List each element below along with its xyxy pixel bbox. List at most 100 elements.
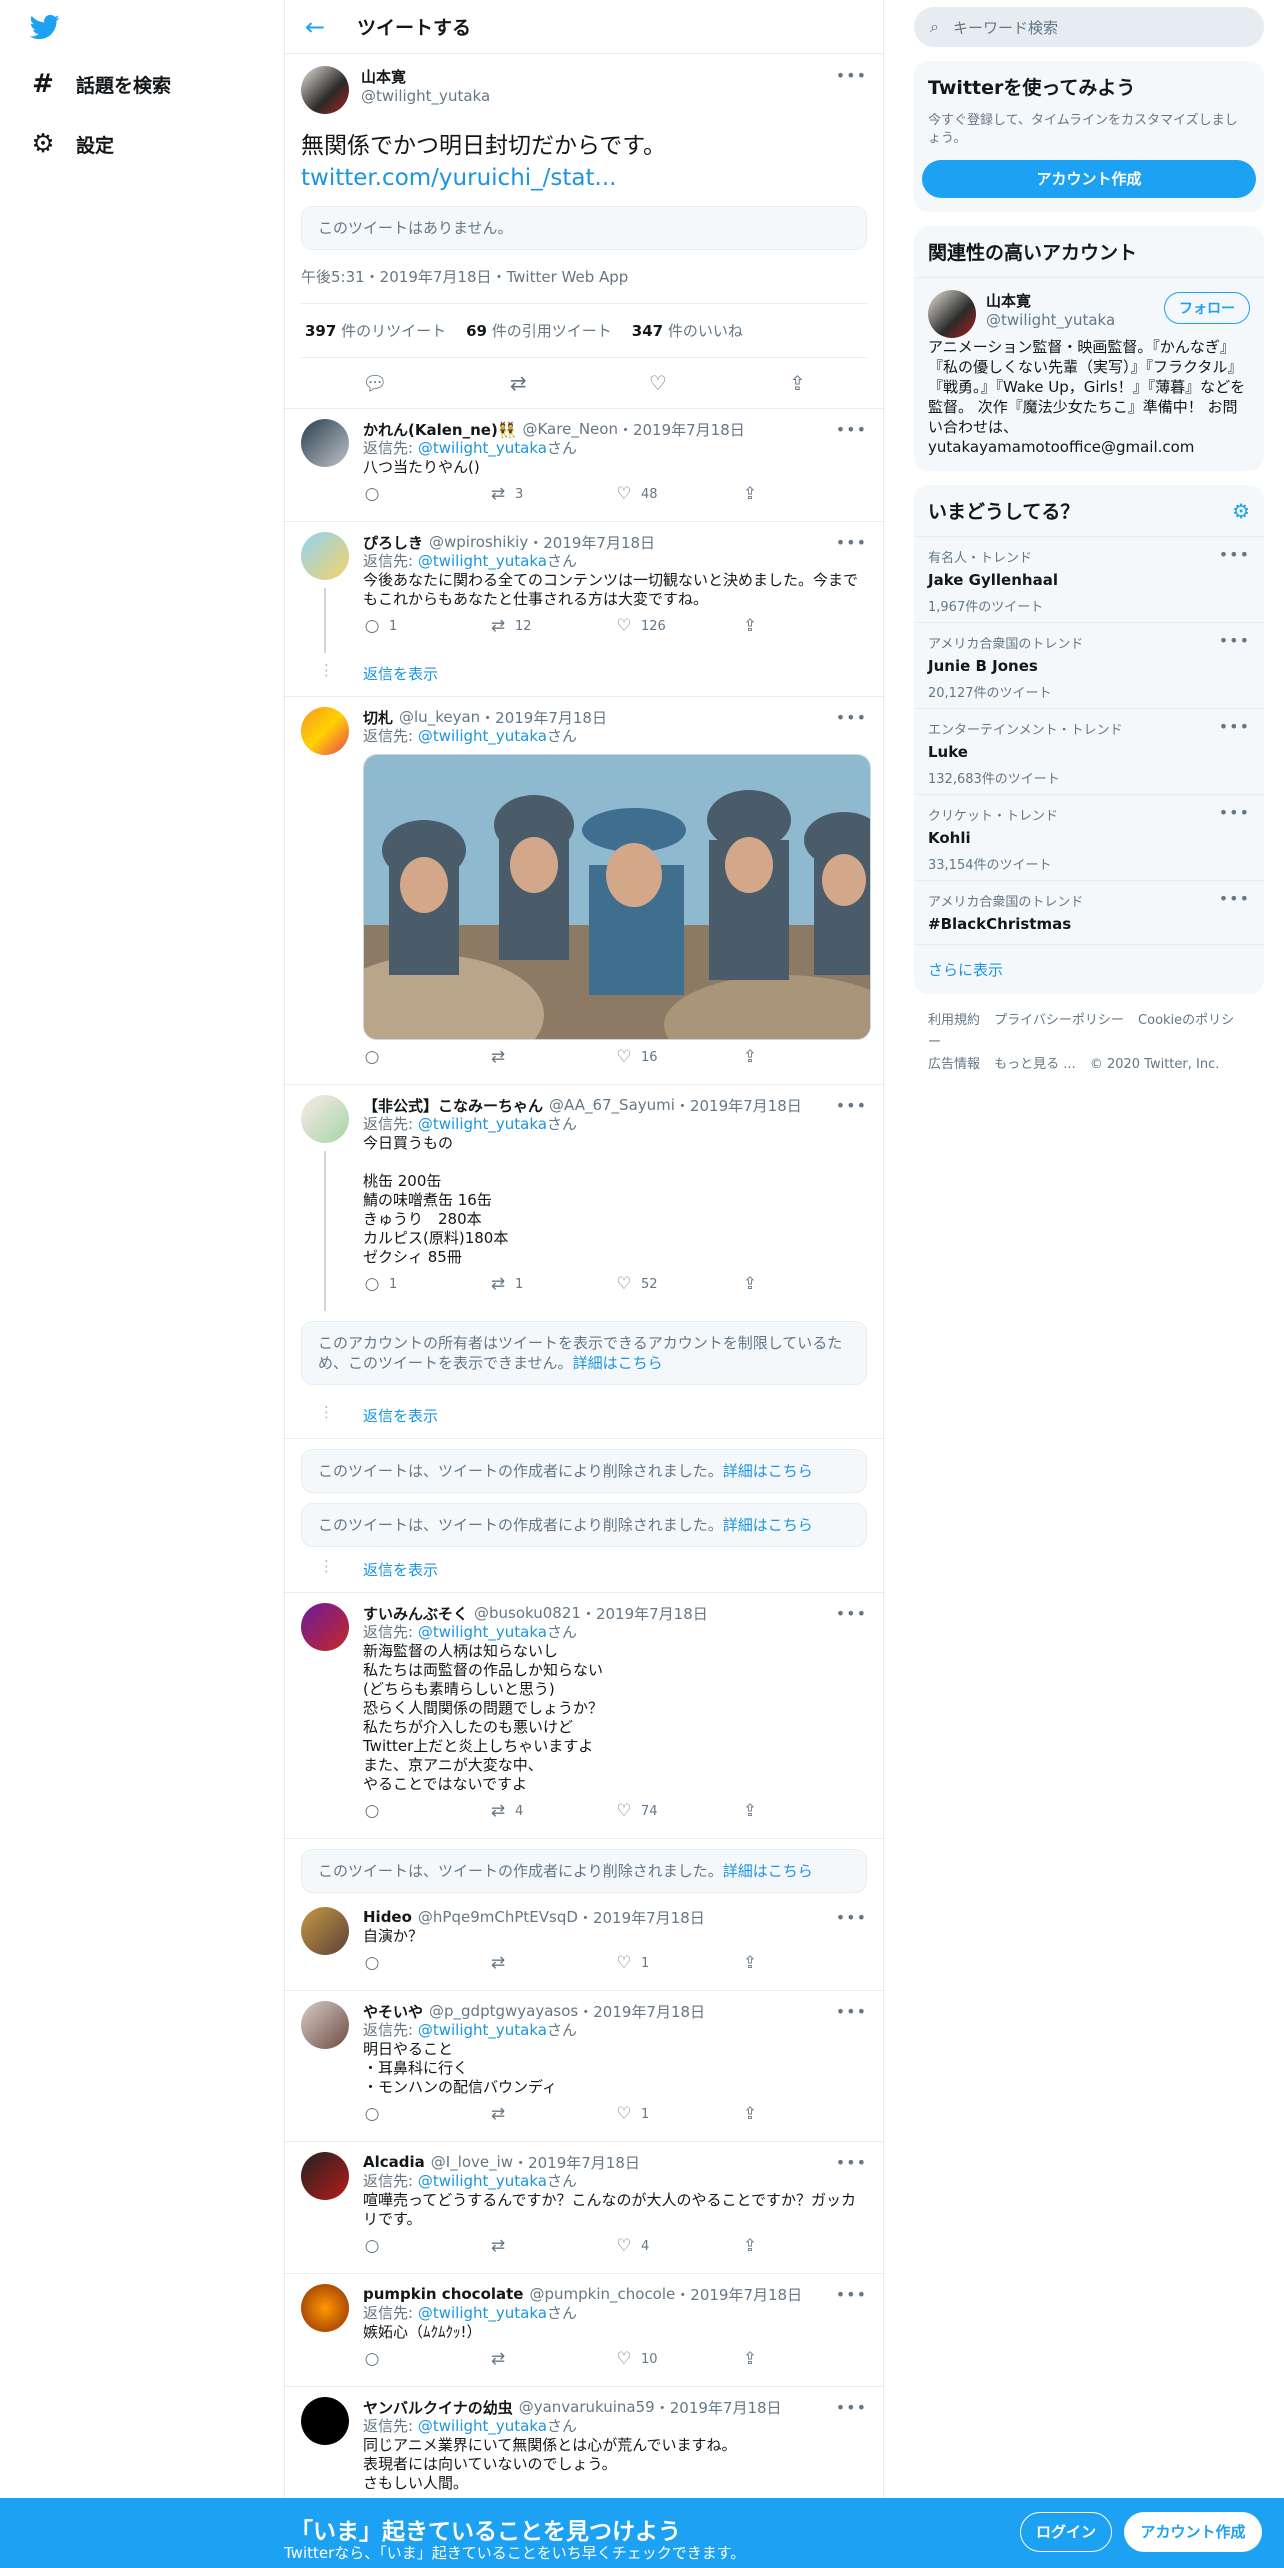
reply-tweet[interactable]: すいみんぶそく @busoku0821 ・ 2019年7月18日 ••• 返信先: @t… <box>285 1593 883 1839</box>
avatar[interactable] <box>301 1907 349 1955</box>
reply-button[interactable]: ○ <box>363 1047 489 1067</box>
show-more-link[interactable]: さらに表示 <box>914 945 1264 994</box>
more-icon[interactable]: ••• <box>836 2002 867 2021</box>
tweet-date[interactable]: 2019年7月18日 <box>528 2152 640 2173</box>
more-icon[interactable]: ••• <box>836 1096 867 1115</box>
footer-ads-link[interactable]: 広告情報 <box>928 1057 980 1072</box>
avatar[interactable] <box>301 707 349 755</box>
like-button[interactable]: ♡ 74 <box>615 1801 741 1821</box>
follow-button[interactable]: フォロー <box>1164 292 1250 324</box>
retweet-button[interactable]: ⇄ <box>489 2104 615 2124</box>
reply-icon[interactable]: 💬︎ <box>362 371 387 395</box>
avatar[interactable] <box>301 2152 349 2200</box>
avatar[interactable] <box>301 532 349 580</box>
share-button[interactable]: ⇪ <box>741 1047 867 1067</box>
like-button[interactable]: ♡ 48 <box>615 484 741 504</box>
share-button[interactable]: ⇪ <box>741 2349 867 2369</box>
reply-button[interactable]: ○1 <box>363 1274 489 1294</box>
more-icon[interactable]: ••• <box>836 2153 867 2172</box>
author-name[interactable]: Hideo <box>363 1908 412 1926</box>
more-icon[interactable]: ••• <box>836 2398 867 2417</box>
learn-more-link[interactable]: 詳細はこちら <box>573 1354 663 1372</box>
share-button[interactable]: ⇪ <box>741 2104 867 2124</box>
like-button[interactable]: ♡ 1 <box>615 1953 741 1973</box>
tweet-date[interactable]: 2019年7月18日 <box>596 1603 708 1624</box>
trend-item[interactable]: アメリカ合衆国のトレンド #BlackChristmas ••• <box>914 881 1264 945</box>
more-icon[interactable]: ••• <box>836 1908 867 1927</box>
reply-tweet[interactable]: かれん(Kalen_ne)👯 @Kare_Neon ・ 2019年7月18日 ••• 返… <box>285 409 883 522</box>
reply-tweet[interactable]: pumpkin chocolate @pumpkin_chocole ・ 2019年7… <box>285 2274 883 2387</box>
more-icon[interactable]: ••• <box>836 420 867 439</box>
footer-more-link[interactable]: もっと見る ... <box>994 1057 1076 1072</box>
retweet-button[interactable]: ⇄ <box>489 1047 615 1067</box>
signup-button[interactable]: アカウント作成 <box>1124 2512 1262 2552</box>
trend-item[interactable]: アメリカ合衆国のトレンド Junie B Jones 20,127件のツイート ••… <box>914 623 1264 709</box>
retweet-icon[interactable]: ⇄ <box>510 371 527 395</box>
avatar[interactable] <box>301 2284 349 2332</box>
tweet-media-image[interactable] <box>363 754 871 1040</box>
retweet-button[interactable]: ⇄ <box>489 1953 615 1973</box>
login-button[interactable]: ログイン <box>1020 2512 1112 2552</box>
author-name[interactable]: pumpkin chocolate <box>363 2285 523 2303</box>
author-handle[interactable]: @yanvarukuina59 <box>519 2398 655 2416</box>
tweet-date[interactable]: 2019年7月18日 <box>543 532 655 553</box>
like-button[interactable]: ♡ 16 <box>615 1047 741 1067</box>
author-handle[interactable]: @Kare_Neon <box>522 420 617 438</box>
share-button[interactable]: ⇪ <box>741 1801 867 1821</box>
twitter-logo-icon[interactable] <box>28 12 64 42</box>
author-handle[interactable]: @lu_keyan <box>399 708 480 726</box>
avatar[interactable] <box>928 290 976 338</box>
author-name[interactable]: すいみんぶそく <box>363 1603 468 1624</box>
author-name[interactable]: Alcadia <box>363 2153 425 2171</box>
author-handle[interactable]: @AA_67_Sayumi <box>549 1096 675 1114</box>
like-stat[interactable]: 347 件のいいね <box>632 320 743 341</box>
avatar[interactable] <box>301 1603 349 1651</box>
more-icon[interactable]: ••• <box>836 708 867 727</box>
author-handle[interactable]: @wpiroshikiy <box>429 533 528 551</box>
author-handle[interactable]: @twilight_yutaka <box>361 87 836 105</box>
author-name[interactable]: ぴろしき <box>363 532 423 553</box>
share-button[interactable]: ⇪ <box>741 1274 867 1294</box>
create-account-button[interactable]: アカウント作成 <box>922 160 1256 198</box>
share-button[interactable]: ⇪ <box>741 616 867 636</box>
back-arrow-icon[interactable]: ← <box>305 13 345 41</box>
reply-tweet[interactable]: 切札 @lu_keyan ・ 2019年7月18日 ••• 返信先: @twilight… <box>285 697 883 1085</box>
author-name[interactable]: 山本寛 <box>361 66 836 87</box>
like-button[interactable]: ♡ 1 <box>615 2104 741 2124</box>
quote-stat[interactable]: 69 件の引用ツイート <box>466 320 612 341</box>
more-icon[interactable]: ••• <box>836 1604 867 1623</box>
author-handle[interactable]: @I_love_iw <box>431 2153 513 2171</box>
retweet-button[interactable]: ⇄ 1 <box>489 1274 615 1294</box>
more-icon[interactable]: ••• <box>1219 631 1250 650</box>
author-name[interactable]: かれん(Kalen_ne)👯 <box>363 419 516 440</box>
tweet-date[interactable]: 2019年7月18日 <box>495 707 607 728</box>
footer-privacy-link[interactable]: プライバシーポリシー <box>994 1013 1124 1028</box>
like-button[interactable]: ♡ 4 <box>615 2236 741 2256</box>
avatar[interactable] <box>301 2397 349 2445</box>
tweet-date[interactable]: 2019年7月18日 <box>690 2284 802 2305</box>
like-button[interactable]: ♡ 126 <box>615 616 741 636</box>
like-icon[interactable]: ♡ <box>649 371 667 395</box>
author-name[interactable]: 【非公式】こなみーちゃん <box>363 1095 543 1116</box>
author-handle[interactable]: @pumpkin_chocole <box>529 2285 675 2303</box>
more-icon[interactable]: ••• <box>1219 803 1250 822</box>
show-replies-link[interactable]: ⋮ 返信を表示 <box>285 1557 883 1593</box>
reply-button[interactable]: ○1 <box>363 616 489 636</box>
reply-button[interactable]: ○ <box>363 484 489 504</box>
trend-item[interactable]: エンターテインメント・トレンド Luke 132,683件のツイート ••• <box>914 709 1264 795</box>
more-icon[interactable]: ••• <box>836 66 867 85</box>
reply-button[interactable]: ○ <box>363 1953 489 1973</box>
reply-button[interactable]: ○ <box>363 2349 489 2369</box>
reply-button[interactable]: ○ <box>363 1801 489 1821</box>
more-icon[interactable]: ••• <box>1219 717 1250 736</box>
nav-explore[interactable]: # 話題を検索 <box>28 64 171 104</box>
tweet-link[interactable]: twitter.com/yuruichi_/stat... <box>301 162 867 194</box>
reply-button[interactable]: ○ <box>363 2104 489 2124</box>
retweet-button[interactable]: ⇄ 12 <box>489 616 615 636</box>
more-icon[interactable]: ••• <box>836 2285 867 2304</box>
more-icon[interactable]: ••• <box>836 533 867 552</box>
footer-terms-link[interactable]: 利用規約 <box>928 1013 980 1028</box>
more-icon[interactable]: ••• <box>1219 545 1250 564</box>
share-button[interactable]: ⇪ <box>741 1953 867 1973</box>
author-name[interactable]: ヤンバルクイナの幼虫 <box>363 2397 513 2418</box>
